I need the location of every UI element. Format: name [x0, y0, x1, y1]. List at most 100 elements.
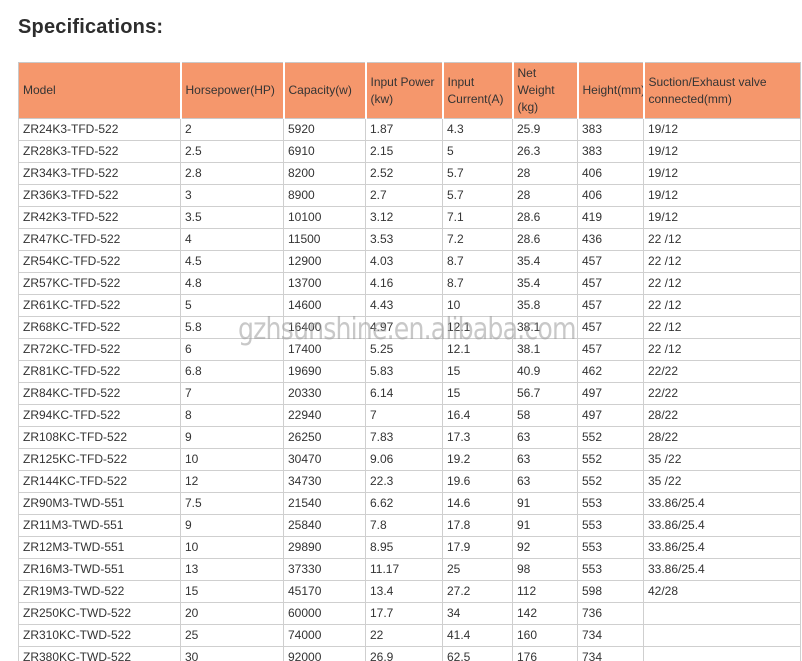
table-cell: 22 /12 — [644, 317, 801, 339]
table-row: ZR72KC-TFD-5226174005.2512.138.145722 /1… — [19, 339, 801, 361]
table-cell: 37330 — [284, 559, 366, 581]
table-cell: 5.83 — [366, 361, 443, 383]
table-cell: 15 — [443, 361, 513, 383]
table-cell: 13.4 — [366, 581, 443, 603]
table-cell: 142 — [513, 603, 578, 625]
table-cell: 22 /12 — [644, 273, 801, 295]
table-cell: 5.25 — [366, 339, 443, 361]
table-cell: 21540 — [284, 493, 366, 515]
table-cell: 13 — [181, 559, 284, 581]
table-cell: 10 — [181, 449, 284, 471]
table-cell: 10 — [443, 295, 513, 317]
table-cell: ZR108KC-TFD-522 — [19, 427, 181, 449]
table-row: ZR57KC-TFD-5224.8137004.168.735.445722 /… — [19, 273, 801, 295]
table-cell: 2.8 — [181, 163, 284, 185]
table-cell: 553 — [578, 537, 644, 559]
table-cell: 35.8 — [513, 295, 578, 317]
table-cell: 383 — [578, 141, 644, 163]
table-cell: 734 — [578, 647, 644, 661]
table-cell: 419 — [578, 207, 644, 229]
table-cell: 7.8 — [366, 515, 443, 537]
table-cell: 457 — [578, 251, 644, 273]
table-header: ModelHorsepower(HP)Capacity(w)Input Powe… — [19, 63, 801, 119]
table-cell: 91 — [513, 493, 578, 515]
table-cell: 6 — [181, 339, 284, 361]
table-row: ZR36K3-TFD-522389002.75.72840619/12 — [19, 185, 801, 207]
table-cell: 12900 — [284, 251, 366, 273]
table-cell: 11500 — [284, 229, 366, 251]
table-row: ZR11M3-TWD-5519258407.817.89155333.86/25… — [19, 515, 801, 537]
table-cell: 6.8 — [181, 361, 284, 383]
table-cell: 92 — [513, 537, 578, 559]
table-row: ZR19M3-TWD-522154517013.427.211259842/28 — [19, 581, 801, 603]
table-cell: 598 — [578, 581, 644, 603]
table-cell: 2.7 — [366, 185, 443, 207]
table-cell: 10100 — [284, 207, 366, 229]
table-cell: 16400 — [284, 317, 366, 339]
table-cell: 17400 — [284, 339, 366, 361]
table-cell: 4.43 — [366, 295, 443, 317]
table-cell: ZR42K3-TFD-522 — [19, 207, 181, 229]
table-cell: 8200 — [284, 163, 366, 185]
table-cell: ZR12M3-TWD-551 — [19, 537, 181, 559]
table-cell: 4.16 — [366, 273, 443, 295]
table-cell: 2.15 — [366, 141, 443, 163]
table-cell: 33.86/25.4 — [644, 559, 801, 581]
table-cell: 11.17 — [366, 559, 443, 581]
table-cell: 9 — [181, 515, 284, 537]
table-cell: 45170 — [284, 581, 366, 603]
table-cell: 553 — [578, 493, 644, 515]
table-cell: 26.3 — [513, 141, 578, 163]
table-cell: 2.5 — [181, 141, 284, 163]
table-cell: 38.1 — [513, 339, 578, 361]
table-cell: 20 — [181, 603, 284, 625]
table-cell: 30 — [181, 647, 284, 661]
table-row: ZR61KC-TFD-5225146004.431035.845722 /12 — [19, 295, 801, 317]
table-cell: 112 — [513, 581, 578, 603]
table-header-row: ModelHorsepower(HP)Capacity(w)Input Powe… — [19, 63, 801, 119]
table-cell: ZR47KC-TFD-522 — [19, 229, 181, 251]
table-cell: 26.9 — [366, 647, 443, 661]
table-cell — [644, 625, 801, 647]
table-row: ZR81KC-TFD-5226.8196905.831540.946222/22 — [19, 361, 801, 383]
table-row: ZR144KC-TFD-522123473022.319.66355235 /2… — [19, 471, 801, 493]
column-header: Suction/Exhaust valve connected(mm) — [644, 63, 801, 119]
table-cell: 7 — [181, 383, 284, 405]
table-row: ZR310KC-TWD-52225740002241.4160734 — [19, 625, 801, 647]
table-cell: 15 — [443, 383, 513, 405]
table-cell: 3 — [181, 185, 284, 207]
table-cell — [644, 647, 801, 661]
table-cell: ZR28K3-TFD-522 — [19, 141, 181, 163]
table-cell: 383 — [578, 119, 644, 141]
table-cell: 12 — [181, 471, 284, 493]
table-row: ZR16M3-TWD-551133733011.17259855333.86/2… — [19, 559, 801, 581]
table-cell: 22 /12 — [644, 251, 801, 273]
table-cell: 5 — [181, 295, 284, 317]
table-cell: ZR90M3-TWD-551 — [19, 493, 181, 515]
table-cell: 8 — [181, 405, 284, 427]
table-cell: 497 — [578, 383, 644, 405]
table-cell: 7.5 — [181, 493, 284, 515]
table-cell: 17.8 — [443, 515, 513, 537]
table-cell: 4.8 — [181, 273, 284, 295]
table-cell: 14.6 — [443, 493, 513, 515]
table-cell: ZR94KC-TFD-522 — [19, 405, 181, 427]
table-cell: 7 — [366, 405, 443, 427]
table-cell: 74000 — [284, 625, 366, 647]
table-cell: 22940 — [284, 405, 366, 427]
table-cell: 34 — [443, 603, 513, 625]
table-cell: ZR34K3-TFD-522 — [19, 163, 181, 185]
table-cell: ZR57KC-TFD-522 — [19, 273, 181, 295]
table-cell: 7.2 — [443, 229, 513, 251]
table-cell: 33.86/25.4 — [644, 493, 801, 515]
table-cell: 29890 — [284, 537, 366, 559]
table-cell: 5.7 — [443, 163, 513, 185]
table-cell: 16.4 — [443, 405, 513, 427]
table-cell: 22/22 — [644, 361, 801, 383]
table-row: ZR54KC-TFD-5224.5129004.038.735.445722 /… — [19, 251, 801, 273]
table-row: ZR90M3-TWD-5517.5215406.6214.69155333.86… — [19, 493, 801, 515]
column-header: Input Power (kw) — [366, 63, 443, 119]
table-cell: 2 — [181, 119, 284, 141]
table-cell: ZR54KC-TFD-522 — [19, 251, 181, 273]
table-cell: 25 — [443, 559, 513, 581]
